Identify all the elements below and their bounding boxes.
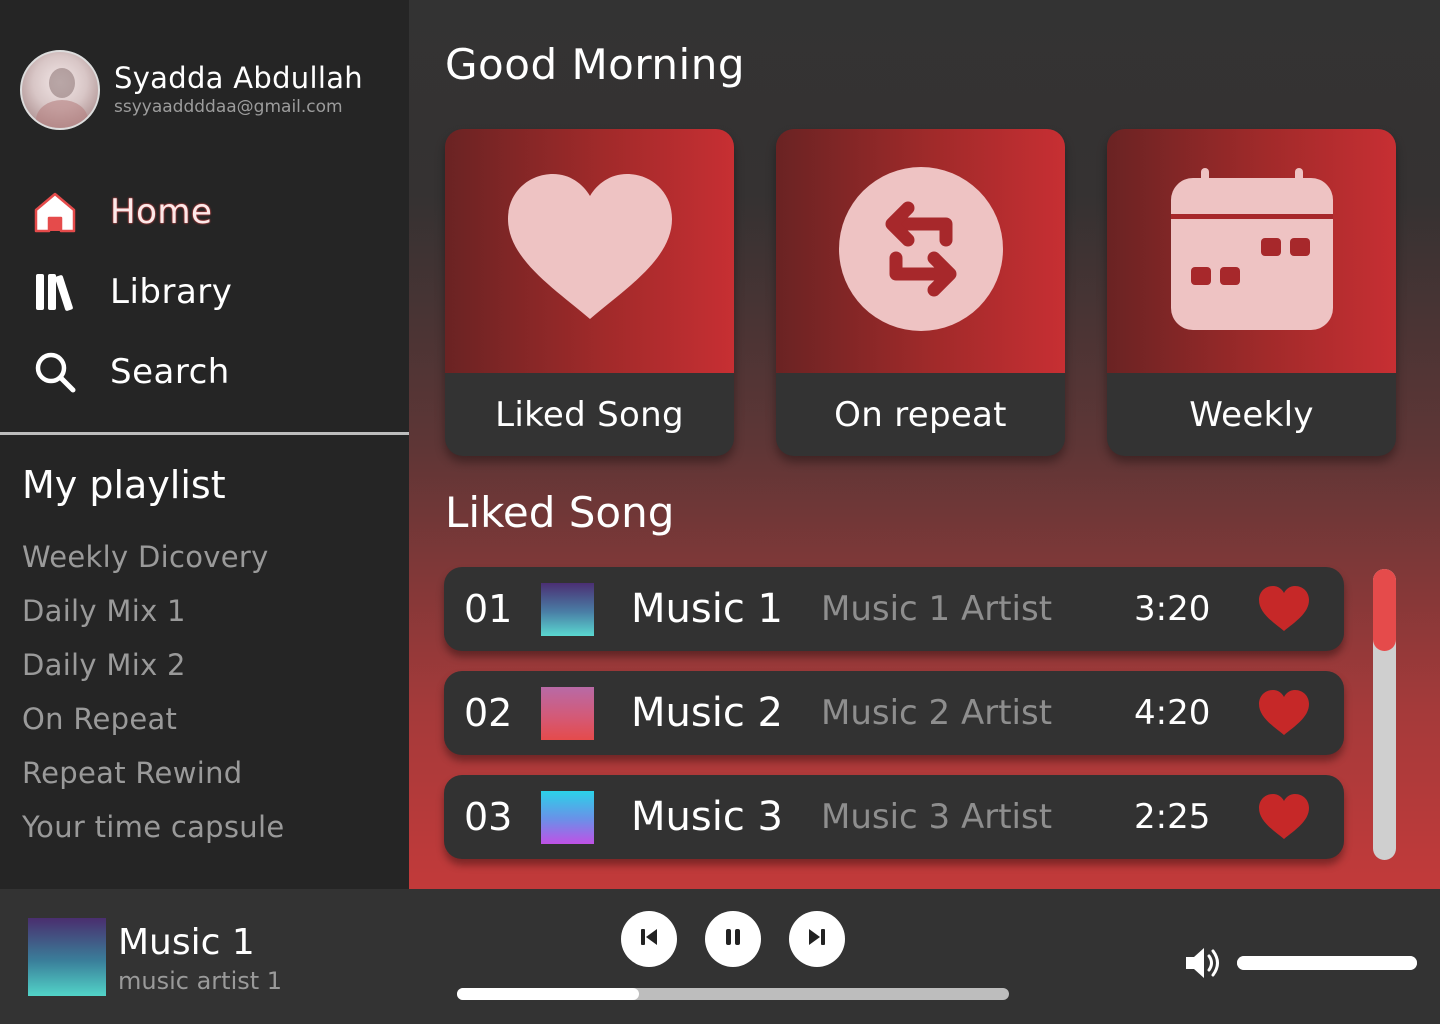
song-duration: 3:20 [1134,589,1211,629]
home-icon [32,189,78,235]
song-row[interactable]: 01 Music 1 Music 1 Artist 3:20 [444,567,1344,651]
sidebar-divider [0,432,409,435]
profile-text: Syadda Abdullah ssyyaaddddaa@gmail.com [114,61,363,117]
song-artist: Music 1 Artist [821,589,1053,629]
nav-label-home: Home [110,192,213,232]
card-label: Weekly [1189,394,1314,435]
previous-button[interactable] [621,911,677,967]
search-icon [32,349,78,395]
player-bar: Music 1 music artist 1 [0,889,1440,1024]
main-nav: Home Library Search [32,172,232,412]
volume-slider-fill [1237,956,1417,970]
heart-icon[interactable] [1258,690,1310,736]
now-playing-art[interactable] [28,918,106,996]
nav-label-library: Library [110,272,233,312]
pause-icon [722,926,744,952]
playback-progress-bar[interactable] [457,988,1009,1000]
song-title: Music 1 [631,586,783,632]
nav-item-search[interactable]: Search [32,332,232,412]
scrollbar-thumb[interactable] [1373,569,1396,651]
calendar-icon [1170,168,1333,334]
song-thumbnail [541,686,594,740]
song-duration: 4:20 [1134,693,1211,733]
song-number: 02 [464,691,513,735]
heart-icon[interactable] [1258,794,1310,840]
volume-icon[interactable] [1184,943,1224,983]
sidebar: Syadda Abdullah ssyyaaddddaa@gmail.com H… [0,0,409,889]
card-weekly[interactable]: Weekly [1107,129,1396,456]
card-art [776,129,1065,373]
pause-button[interactable] [705,911,761,967]
song-thumbnail [541,790,594,844]
playlist-item[interactable]: Your time capsule [22,800,284,854]
card-label: On repeat [834,394,1007,435]
next-button[interactable] [789,911,845,967]
nav-item-library[interactable]: Library [32,252,232,332]
profile-name: Syadda Abdullah [114,61,363,96]
song-artist: Music 3 Artist [821,797,1053,837]
playback-progress-fill [457,988,640,1000]
now-playing-artist: music artist 1 [118,967,283,995]
skip-previous-icon [638,926,660,952]
library-icon [32,269,78,315]
now-playing-title: Music 1 [118,922,255,963]
volume-slider[interactable] [1237,956,1417,970]
heart-icon [505,174,675,328]
section-title: Liked Song [445,488,675,537]
song-number: 01 [464,587,513,631]
repeat-icon [838,166,1004,336]
playlist-item[interactable]: Weekly Dicovery [22,530,284,584]
playlist-item[interactable]: Repeat Rewind [22,746,284,800]
song-duration: 2:25 [1134,797,1211,837]
avatar[interactable] [20,50,100,130]
playlist-title: My playlist [22,463,226,507]
quick-cards: Liked Song On repeat Weekly [445,129,1396,456]
nav-item-home[interactable]: Home [32,172,232,252]
song-thumbnail [541,582,594,636]
profile-email: ssyyaaddddaa@gmail.com [114,96,343,117]
song-row[interactable]: 02 Music 2 Music 2 Artist 4:20 [444,671,1344,755]
card-art [445,129,734,373]
nav-label-search: Search [110,352,230,392]
playlist-item[interactable]: Daily Mix 2 [22,638,284,692]
main-content: Good Morning Liked Song On repeat Weekly… [409,0,1440,889]
song-artist: Music 2 Artist [821,693,1053,733]
profile[interactable]: Syadda Abdullah ssyyaaddddaa@gmail.com [20,50,363,130]
skip-next-icon [806,926,828,952]
card-on-repeat[interactable]: On repeat [776,129,1065,456]
song-list: 01 Music 1 Music 1 Artist 3:20 02 Music … [444,567,1344,879]
heart-icon[interactable] [1258,586,1310,632]
playlist-item[interactable]: On Repeat [22,692,284,746]
song-title: Music 3 [631,794,783,840]
song-list-scrollbar[interactable] [1373,569,1396,860]
playlist-item[interactable]: Daily Mix 1 [22,584,284,638]
card-liked-song[interactable]: Liked Song [445,129,734,456]
card-label: Liked Song [495,394,684,435]
card-art [1107,129,1396,373]
song-title: Music 2 [631,690,783,736]
song-row[interactable]: 03 Music 3 Music 3 Artist 2:25 [444,775,1344,859]
greeting: Good Morning [445,40,745,89]
song-number: 03 [464,795,513,839]
playlist-list: Weekly Dicovery Daily Mix 1 Daily Mix 2 … [22,530,284,854]
